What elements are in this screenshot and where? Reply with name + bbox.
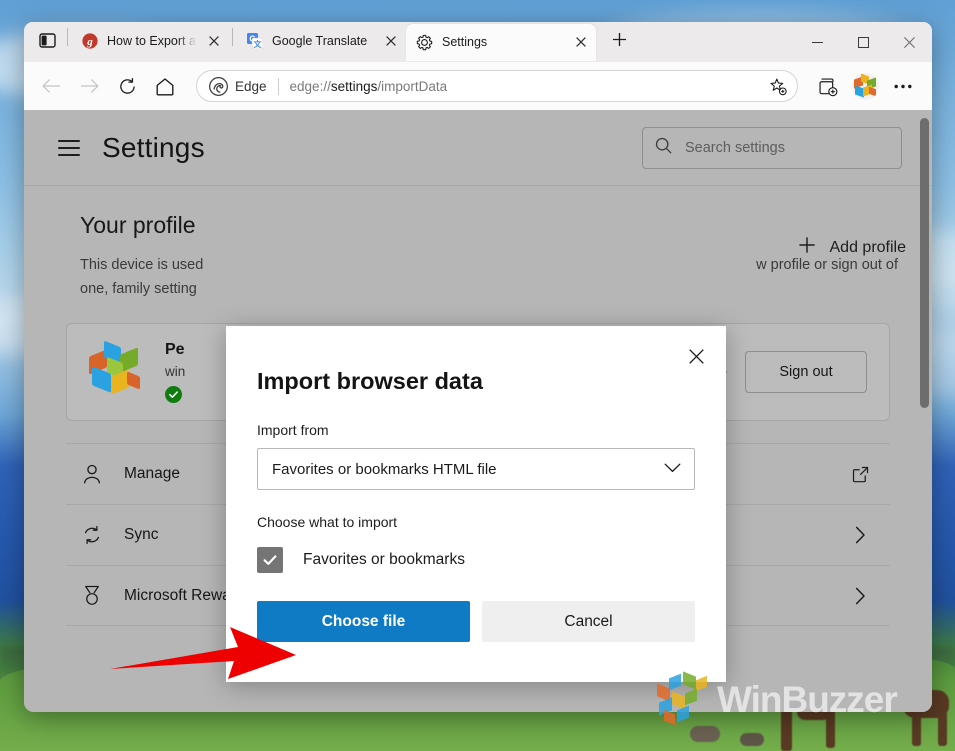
edge-logo-icon: [209, 76, 228, 96]
desktop-wallpaper: g How to Export a G: [0, 0, 955, 751]
cancel-button[interactable]: Cancel: [482, 601, 695, 642]
collections-icon[interactable]: [810, 69, 844, 103]
new-tab-button[interactable]: [604, 25, 634, 55]
close-icon[interactable]: [205, 32, 223, 50]
your-profile-heading: Your profile: [80, 212, 196, 238]
rock: [740, 733, 764, 746]
profile-desc-line1: This device is used: [80, 257, 204, 273]
more-options-icon[interactable]: [886, 69, 920, 103]
animal-silhouette: [912, 712, 921, 746]
browser-tab-3-active[interactable]: Settings: [406, 23, 596, 61]
profile-identity: Pe win: [165, 341, 189, 403]
close-icon[interactable]: [680, 340, 712, 372]
plus-icon: [798, 236, 816, 259]
chevron-right-icon: [848, 526, 872, 544]
profile-description: This device is used w profile or sign ou…: [80, 253, 898, 301]
url-prefix: edge://: [289, 78, 331, 94]
browser-toolbar: Edge edge://settings/importData: [24, 62, 932, 110]
back-button[interactable]: [34, 69, 68, 103]
tab-title: Settings: [442, 35, 488, 49]
search-placeholder: Search settings: [685, 139, 785, 156]
dialog-title: Import browser data: [257, 368, 483, 394]
search-settings-input[interactable]: Search settings: [642, 126, 902, 169]
tab-title: Google Translate: [272, 33, 368, 48]
external-link-icon: [848, 466, 872, 483]
profile-sync-status: [165, 386, 189, 403]
import-browser-data-dialog: Import browser data Import from Favorite…: [226, 326, 726, 682]
sync-icon: [80, 525, 104, 545]
browser-window: g How to Export a G: [24, 22, 932, 712]
window-controls: [794, 22, 932, 62]
tab-divider: [232, 27, 233, 46]
omnibox-divider: [277, 77, 279, 95]
import-from-value: Favorites or bookmarks HTML file: [272, 460, 497, 478]
chevron-right-icon: [848, 587, 872, 605]
forward-button[interactable]: [72, 69, 106, 103]
avatar[interactable]: [848, 69, 882, 103]
dialog-button-row: Choose file Cancel: [257, 601, 695, 642]
tab-strip: g How to Export a G: [24, 22, 932, 62]
url-path: /importData: [377, 78, 448, 94]
address-bar[interactable]: Edge edge://settings/importData: [196, 70, 798, 102]
add-profile-button[interactable]: Add profile: [798, 236, 907, 259]
import-from-dropdown[interactable]: Favorites or bookmarks HTML file: [257, 448, 695, 490]
medal-icon: [80, 585, 104, 606]
settings-page: Settings Search settings Your profile Ad…: [24, 110, 932, 712]
svg-text:文: 文: [253, 39, 262, 49]
check-circle-icon: [165, 386, 182, 403]
profile-email: win: [165, 364, 186, 379]
checkbox-label: Favorites or bookmarks: [303, 551, 465, 568]
close-button[interactable]: [886, 22, 932, 62]
profile-name: Pe: [165, 341, 185, 358]
omnibox-brand-label: Edge: [235, 78, 267, 94]
minimize-button[interactable]: [794, 22, 840, 62]
person-icon: [80, 464, 104, 485]
checkbox-checked-icon[interactable]: [257, 547, 283, 573]
tab-divider: [67, 27, 68, 46]
choose-file-button[interactable]: Choose file: [257, 601, 470, 642]
browser-tab-1[interactable]: g How to Export a: [71, 24, 229, 58]
settings-page-header: Settings Search settings: [24, 110, 932, 186]
svg-text:g: g: [86, 36, 93, 48]
hamburger-menu-icon[interactable]: [58, 139, 80, 156]
add-favorite-icon[interactable]: [763, 72, 791, 100]
omnibox-url: edge://settings/importData: [290, 79, 757, 94]
gear-icon: [416, 34, 433, 51]
close-icon[interactable]: [572, 33, 590, 51]
page-title: Settings: [102, 131, 205, 163]
favorites-checkbox-row[interactable]: Favorites or bookmarks: [257, 547, 695, 573]
settings-row-label: Manage: [124, 465, 181, 482]
import-from-label: Import from: [257, 422, 329, 438]
google-translate-icon: G 文: [246, 32, 263, 49]
home-button[interactable]: [148, 69, 182, 103]
animal-silhouette: [938, 712, 947, 746]
tab-actions-icon[interactable]: [30, 24, 64, 58]
animal-silhouette: [781, 706, 792, 751]
url-host: settings: [330, 78, 378, 94]
chevron-down-icon: [664, 460, 681, 478]
maximize-button[interactable]: [840, 22, 886, 62]
browser-tab-2[interactable]: G 文 Google Translate: [236, 24, 406, 58]
rock: [690, 726, 720, 742]
g-red-icon: g: [81, 32, 98, 49]
tab-title: How to Export a: [107, 33, 196, 48]
close-icon[interactable]: [382, 32, 400, 50]
profile-avatar: [85, 340, 147, 403]
add-profile-label: Add profile: [829, 238, 907, 256]
choose-what-label: Choose what to import: [257, 514, 398, 530]
profile-desc-line2: one, family setting: [80, 281, 197, 297]
refresh-button[interactable]: [110, 69, 144, 103]
sign-out-button[interactable]: Sign out: [745, 351, 867, 393]
page-scrollbar[interactable]: [920, 118, 929, 408]
search-icon: [655, 137, 672, 159]
settings-row-label: Sync: [124, 526, 159, 543]
